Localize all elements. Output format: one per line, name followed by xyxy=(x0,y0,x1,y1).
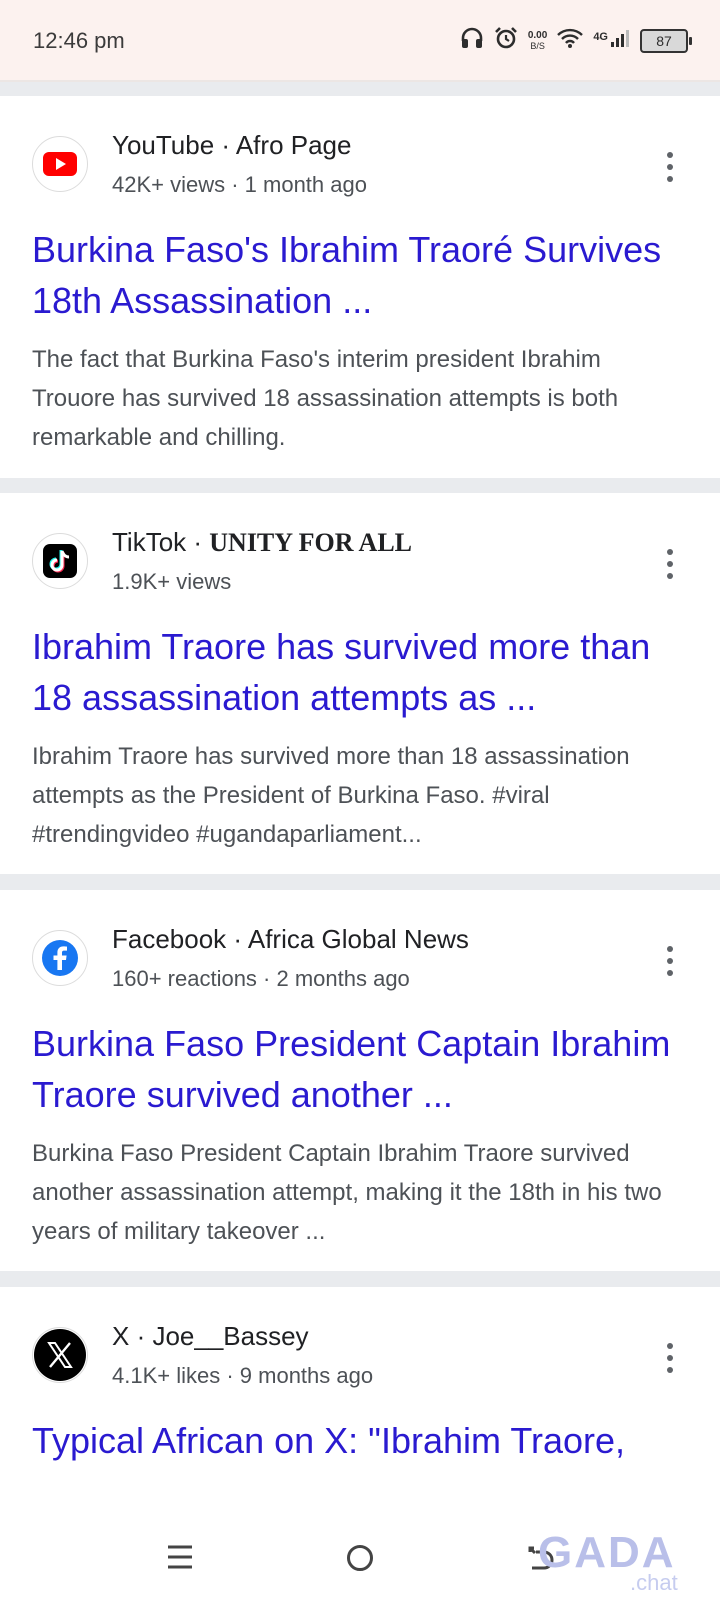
status-icons: 0.00 B/S 4G 87 xyxy=(460,26,692,55)
source-site: X xyxy=(112,1321,130,1351)
network-type: 4G xyxy=(593,31,608,43)
source-separator: · xyxy=(226,924,248,954)
battery-indicator: 87 xyxy=(640,28,692,53)
net-speed: 0.00 B/S xyxy=(527,29,548,51)
result-title-link[interactable]: Typical African on X: "Ibrahim Traore, xyxy=(32,1415,682,1466)
source-separator: · xyxy=(186,527,210,557)
result-source[interactable]: TikTok · UNITY FOR ALL xyxy=(112,527,412,558)
wifi-icon xyxy=(557,28,584,53)
watermark-logo: GADA .chat xyxy=(538,1528,678,1595)
result-source[interactable]: X · Joe__Bassey xyxy=(112,1321,309,1352)
tiktok-icon xyxy=(32,533,88,589)
source-author: Joe__Bassey xyxy=(152,1321,309,1351)
result-title-link[interactable]: Burkina Faso's Ibrahim Traoré Survives 1… xyxy=(32,224,682,326)
cell-signal: 4G xyxy=(593,28,630,53)
status-bar: 12:46 pm 0.00 B/S 4G 87 xyxy=(0,0,720,82)
signal-bars-icon xyxy=(610,28,630,53)
more-options-icon[interactable] xyxy=(664,549,676,579)
result-snippet: Ibrahim Traore has survived more than 18… xyxy=(32,743,630,848)
result-meta: 4.1K+ likes · 9 months ago xyxy=(112,1363,374,1388)
scroll-fade xyxy=(0,1490,720,1514)
source-separator: · xyxy=(129,1321,153,1351)
net-speed-unit: B/S xyxy=(530,40,545,51)
result-title-link[interactable]: Ibrahim Traore has survived more than 18… xyxy=(32,621,682,723)
result-meta: 160+ reactions · 2 months ago xyxy=(112,966,410,991)
more-options-icon[interactable] xyxy=(664,152,676,182)
alarm-icon xyxy=(494,26,518,55)
result-card[interactable]: YouTube · Afro Page 42K+ views · 1 month… xyxy=(0,96,720,478)
result-title-link[interactable]: Burkina Faso President Captain Ibrahim T… xyxy=(32,1018,682,1120)
result-card[interactable]: Facebook · Africa Global News 160+ react… xyxy=(0,890,720,1271)
x-icon xyxy=(32,1327,88,1383)
result-snippet: Burkina Faso President Captain Ibrahim T… xyxy=(32,1140,662,1245)
headphones-icon xyxy=(460,27,484,54)
facebook-icon xyxy=(32,930,88,986)
net-speed-value: 0.00 xyxy=(527,29,548,41)
menu-lines-icon xyxy=(168,1545,192,1569)
source-author: Afro Page xyxy=(235,130,352,160)
home-circle-icon xyxy=(347,1545,373,1571)
youtube-icon xyxy=(32,136,88,192)
source-author: Africa Global News xyxy=(247,924,469,954)
result-source[interactable]: Facebook · Africa Global News xyxy=(112,924,469,955)
result-source[interactable]: YouTube · Afro Page xyxy=(112,130,351,161)
recent-apps-button[interactable] xyxy=(166,1544,194,1575)
status-time: 12:46 pm xyxy=(33,28,125,53)
more-options-icon[interactable] xyxy=(664,946,676,976)
source-author: UNITY FOR ALL xyxy=(209,528,412,557)
source-site: Facebook xyxy=(112,924,227,954)
result-meta: 1.9K+ views xyxy=(112,569,232,594)
watermark-sub: .chat xyxy=(630,1570,678,1595)
result-meta: 42K+ views · 1 month ago xyxy=(112,172,367,197)
source-separator: · xyxy=(214,130,236,160)
source-site: YouTube xyxy=(112,130,215,160)
source-site: TikTok xyxy=(112,527,187,557)
result-snippet: The fact that Burkina Faso's interim pre… xyxy=(32,346,619,451)
more-options-icon[interactable] xyxy=(664,1343,676,1373)
result-card[interactable]: TikTok · UNITY FOR ALL 1.9K+ views Ibrah… xyxy=(0,493,720,874)
home-button[interactable] xyxy=(346,1544,374,1577)
